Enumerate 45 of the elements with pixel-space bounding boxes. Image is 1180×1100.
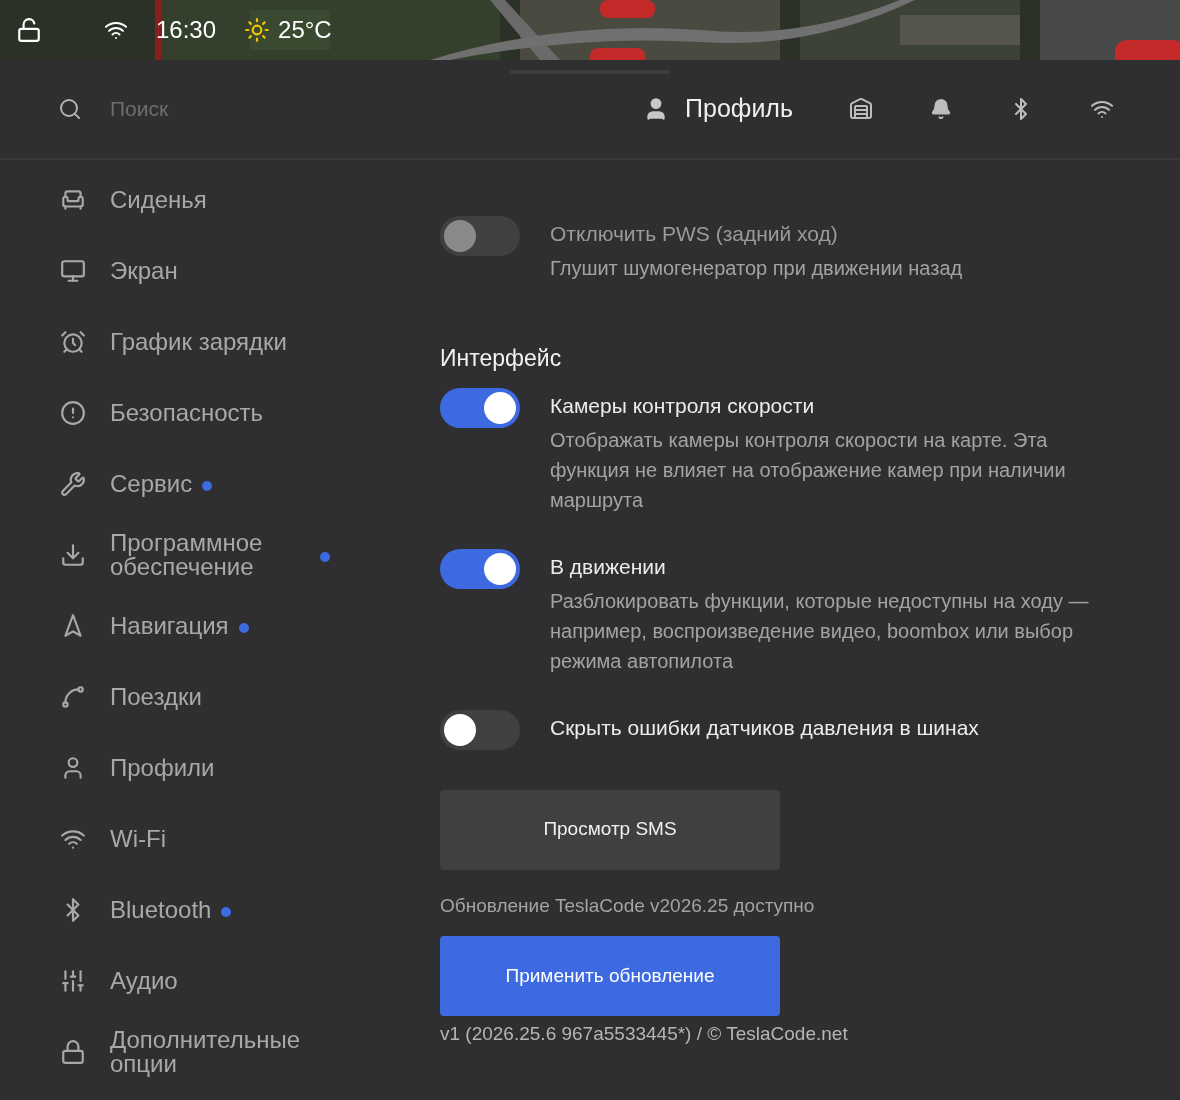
search-icon <box>58 97 82 121</box>
sidebar-item[interactable]: Поездки <box>0 661 400 732</box>
search-field[interactable]: Поиск <box>110 93 410 125</box>
setting-title: В движении <box>550 553 667 580</box>
temperature: 25°C <box>278 15 332 45</box>
profile-button[interactable]: Профиль <box>643 90 793 128</box>
sidebar-item[interactable]: Программное обеспечение <box>0 519 400 590</box>
toggle-switch[interactable] <box>440 548 520 589</box>
alert-icon <box>60 399 86 426</box>
sidebar-item[interactable]: График зарядки <box>0 306 400 377</box>
sidebar-item[interactable]: Профили <box>0 732 400 803</box>
screen-icon <box>60 257 86 284</box>
setting-description: Отображать камеры контроля скорости на карте. Эта функция не влияет на отображение камер при наличии маршрута <box>550 427 1067 513</box>
section-title: Интерфейс <box>440 344 563 373</box>
setting-title: Камеры контроля скорости <box>550 392 816 419</box>
setting-description: Разблокировать функции, которые недоступны на ходу — например, воспроизведение видео, boombox или выбор режима автопилота <box>550 588 1090 674</box>
sidebar-item[interactable]: Bluetooth <box>0 874 400 945</box>
sidebar-item[interactable]: Аудио <box>0 945 400 1016</box>
apply-update-button[interactable]: Применить обновление <box>440 936 780 1016</box>
clock-time: 16:30 <box>156 15 217 45</box>
sun-icon <box>244 17 271 43</box>
sidebar-item[interactable]: Экран <box>0 235 400 306</box>
update-notice: Обновление TeslaCode v2026.25 доступно <box>440 893 816 918</box>
sliders-icon <box>60 967 86 994</box>
wrench-icon <box>60 470 86 497</box>
toggle-switch[interactable] <box>440 387 520 428</box>
toggle-switch[interactable] <box>440 709 520 750</box>
sidebar-item[interactable]: Навигация <box>0 590 400 661</box>
sidebar-item[interactable]: Безопасность <box>0 377 400 448</box>
sms-button[interactable]: Просмотр SMS <box>440 789 780 870</box>
setting-description: Глушит шумогенератор при движении назад <box>550 256 963 281</box>
sidebar-item[interactable]: Дополнительные опции <box>0 1016 400 1087</box>
unlocked-icon[interactable] <box>16 17 42 43</box>
sidebar-item[interactable]: Сиденья <box>0 164 400 235</box>
sidebar-item[interactable]: Wi-Fi <box>0 803 400 874</box>
route-icon <box>60 683 86 710</box>
bell-icon[interactable] <box>930 98 952 120</box>
download-icon <box>60 541 86 568</box>
setting-title: Отключить PWS (задний ход) <box>550 221 839 247</box>
sidebar-item[interactable]: Сервис <box>0 448 400 519</box>
setting-title: Скрыть ошибки датчиков давления в шинах <box>550 714 979 741</box>
lock-icon <box>60 1038 86 1065</box>
alarm-clock-icon <box>60 328 86 355</box>
version-text: v1 (2026.25.6 967a5533445*) / © TeslaCode.net <box>440 1022 849 1046</box>
garage-icon[interactable] <box>849 97 873 121</box>
